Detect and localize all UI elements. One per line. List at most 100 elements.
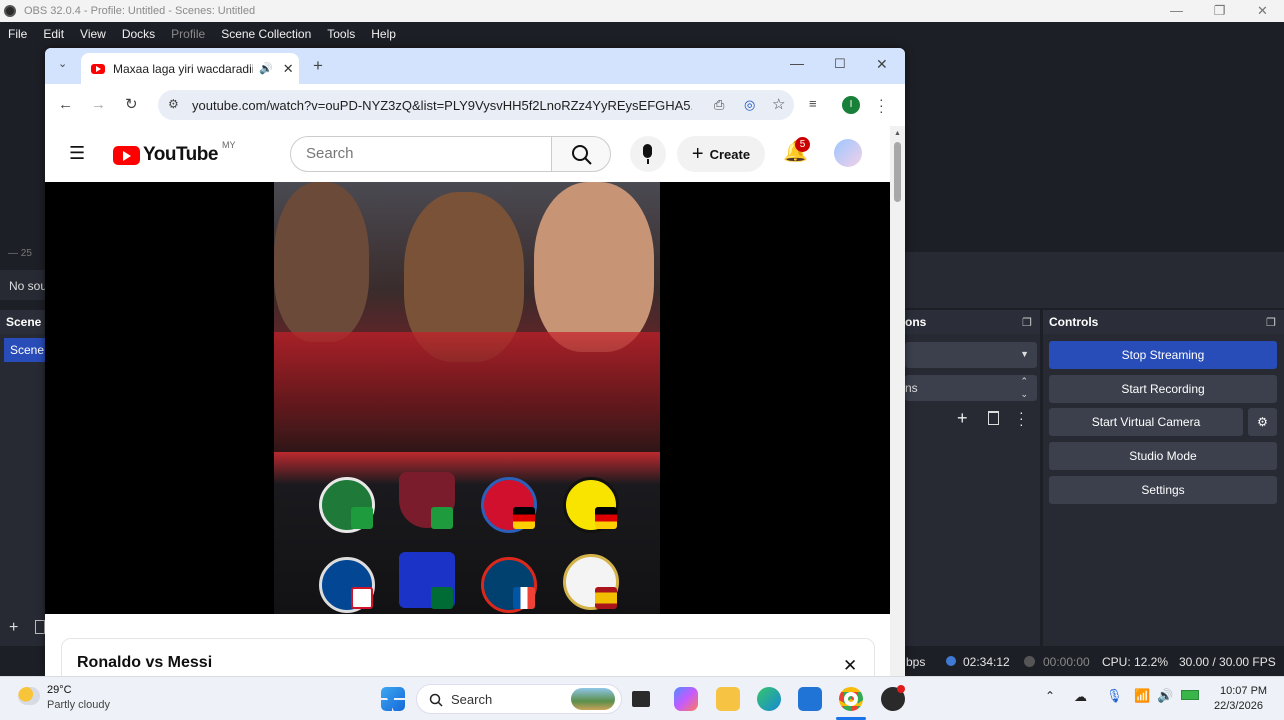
copilot-icon[interactable] — [674, 687, 698, 711]
video-player[interactable] — [45, 182, 890, 614]
close-button[interactable]: ✕ — [1241, 0, 1284, 22]
task-view-icon[interactable] — [632, 691, 650, 707]
microphone-tray-icon[interactable]: 🎙 — [1106, 688, 1123, 704]
scrollbar-thumb[interactable] — [894, 142, 901, 202]
clock-date[interactable]: 22/3/2026 — [1214, 700, 1263, 712]
brazil-flag-icon — [431, 507, 453, 529]
add-scene-icon[interactable]: + — [9, 619, 18, 637]
transitions-header: ons ❐ — [905, 310, 1040, 334]
dock-float-icon[interactable]: ❐ — [1266, 316, 1276, 329]
start-menu-icon[interactable] — [381, 687, 405, 711]
youtube-wordmark: YouTube — [143, 144, 218, 165]
saudi-flag-icon — [431, 587, 453, 609]
show-hidden-icons-icon[interactable]: ⌃ — [1045, 689, 1055, 703]
settings-button[interactable]: Settings — [1049, 476, 1277, 504]
create-button[interactable]: + Create — [677, 136, 765, 172]
start-virtual-camera-button[interactable]: Start Virtual Camera — [1049, 408, 1243, 436]
chrome-menu-icon[interactable]: · · · — [879, 92, 884, 118]
more-vertical-icon[interactable]: · · · — [1019, 405, 1024, 431]
scroll-up-icon[interactable]: ▲ — [894, 130, 901, 137]
tab-close-icon[interactable]: ✕ — [283, 61, 294, 77]
clock-time[interactable]: 10:07 PM — [1220, 685, 1267, 697]
media-control-icon[interactable]: ≡ — [809, 97, 817, 110]
lens-icon[interactable]: ◎ — [744, 98, 755, 111]
trash-icon[interactable] — [988, 411, 999, 425]
chrome-close-icon[interactable]: ✕ — [876, 57, 888, 71]
chrome-maximize-icon[interactable]: ☐ — [834, 57, 846, 70]
chrome-minimize-icon[interactable]: — — [790, 56, 804, 70]
card-close-icon[interactable]: ✕ — [843, 656, 857, 676]
obs-logo-icon — [4, 5, 16, 17]
youtube-search-button[interactable] — [551, 136, 611, 172]
menu-help[interactable]: Help — [363, 27, 404, 41]
playlist-card: Ronaldo vs Messi ✕ — [61, 638, 875, 676]
address-bar[interactable]: ⚙ youtube.com/watch?v=ouPD-NYZ3zQ&list=P… — [158, 90, 794, 120]
stepper-icon[interactable]: ⌃ ⌄ — [1020, 375, 1028, 401]
menu-profile: Profile — [171, 27, 206, 41]
chrome-taskbar-icon[interactable] — [839, 687, 863, 711]
reload-icon[interactable]: ↻ — [125, 97, 138, 112]
tab-strip: ⌄ Maxaa laga yiri wacdaradii 🔊 ✕ + — ☐ ✕ — [45, 48, 905, 84]
site-info-icon[interactable]: ⚙ — [168, 98, 179, 110]
url-text: youtube.com/watch?v=ouPD-NYZ3zQ&list=PLY… — [192, 97, 692, 113]
page-scrollbar[interactable]: ▲ — [890, 126, 905, 676]
remove-scene-icon[interactable] — [35, 620, 45, 634]
menu-view[interactable]: View — [72, 27, 114, 41]
youtube-play-icon — [113, 145, 140, 165]
add-transition-icon[interactable]: + — [957, 408, 968, 429]
hamburger-menu-icon[interactable]: ☰ — [69, 144, 85, 162]
obs-menubar: File Edit View Docks Profile Scene Colle… — [0, 22, 1284, 46]
voice-search-button[interactable] — [630, 136, 666, 172]
battery-icon[interactable] — [1181, 690, 1199, 700]
no-source-label: No sou — [9, 279, 48, 293]
studio-mode-button[interactable]: Studio Mode — [1049, 442, 1277, 470]
speaker-icon[interactable]: 🔊 — [259, 62, 273, 75]
tab-search-icon[interactable]: ⌄ — [58, 59, 67, 70]
install-app-icon[interactable]: ⎙ — [714, 98, 724, 111]
obs-titlebar: OBS 32.0.4 - Profile: Untitled - Scenes:… — [0, 0, 1284, 22]
maximize-button[interactable]: ❐ — [1198, 0, 1241, 22]
account-avatar[interactable] — [834, 139, 862, 167]
tab-youtube[interactable]: Maxaa laga yiri wacdaradii 🔊 ✕ — [81, 53, 299, 84]
stop-streaming-button[interactable]: Stop Streaming — [1049, 341, 1277, 369]
profile-avatar[interactable]: I — [842, 96, 860, 114]
back-icon[interactable]: ← — [58, 97, 73, 112]
new-tab-icon[interactable]: + — [313, 57, 323, 74]
dock-float-icon[interactable]: ❐ — [1022, 316, 1032, 329]
youtube-logo[interactable]: YouTube MY — [113, 140, 235, 166]
menu-tools[interactable]: Tools — [319, 27, 363, 41]
scene-item[interactable]: Scene — [4, 338, 45, 362]
volume-icon[interactable]: 🔊 — [1157, 688, 1173, 704]
start-recording-button[interactable]: Start Recording — [1049, 375, 1277, 403]
edge-icon[interactable] — [757, 687, 781, 711]
germany-flag-icon — [513, 507, 535, 529]
microsoft-store-icon[interactable] — [798, 687, 822, 711]
youtube-search-input[interactable]: Search — [290, 136, 552, 172]
plus-icon: + — [691, 142, 704, 165]
bookmark-star-icon[interactable]: ☆ — [772, 97, 785, 112]
menu-scene-collection[interactable]: Scene Collection — [213, 27, 319, 41]
fps-readout: 30.00 / 30.00 FPS — [1179, 655, 1276, 669]
virtual-camera-settings-gear-icon[interactable]: ⚙ — [1248, 408, 1277, 436]
wifi-icon[interactable]: 📶 — [1134, 688, 1150, 704]
taskbar-search[interactable]: Search — [416, 684, 622, 714]
file-explorer-icon[interactable] — [716, 687, 740, 711]
transition-select[interactable]: ▼ — [905, 342, 1037, 368]
menu-file[interactable]: File — [0, 27, 35, 41]
onedrive-icon[interactable]: ☁ — [1074, 689, 1087, 705]
obs-window-title: OBS 32.0.4 - Profile: Untitled - Scenes:… — [24, 5, 256, 17]
transitions-header-label: ons — [905, 315, 927, 329]
weather-desc[interactable]: Partly cloudy — [47, 699, 110, 711]
menu-docks[interactable]: Docks — [114, 27, 163, 41]
minimize-button[interactable]: — — [1155, 0, 1198, 22]
brazil-flag-icon — [351, 507, 373, 529]
weather-temp[interactable]: 29°C — [47, 684, 72, 696]
weather-icon[interactable] — [18, 687, 40, 705]
stream-timer: 02:34:12 — [963, 655, 1010, 669]
menu-edit[interactable]: Edit — [35, 27, 72, 41]
search-icon — [572, 145, 592, 165]
below-video-area: Ronaldo vs Messi ✕ — [45, 614, 890, 676]
duration-field[interactable]: ns ⌃ ⌄ — [905, 375, 1037, 401]
forward-icon[interactable]: → — [91, 97, 106, 112]
england-flag-icon — [351, 587, 373, 609]
